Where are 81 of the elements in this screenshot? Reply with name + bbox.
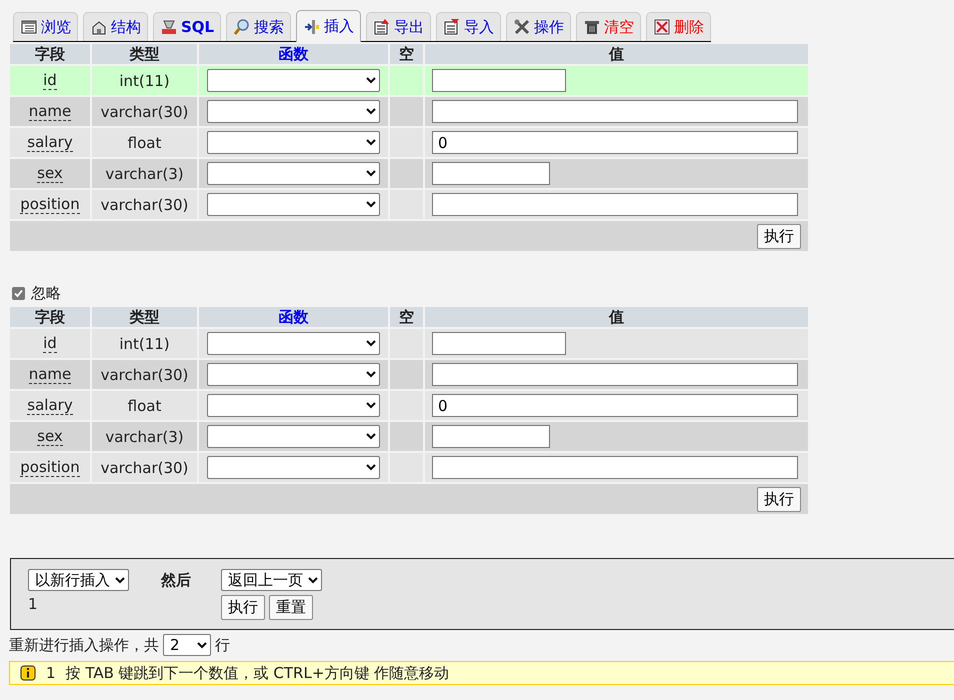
value-field[interactable] [432,69,566,92]
table-cell: float [92,391,197,420]
table-cell: varchar(3) [92,422,197,451]
table-cell: int(11) [92,329,197,358]
info-icon [20,665,36,681]
table-cell: int(11) [92,66,197,95]
table-cell: varchar(30) [92,97,197,126]
table-icon [20,18,38,36]
function-select[interactable] [207,456,380,479]
function-select[interactable] [207,193,380,216]
column-header[interactable]: 函数 [199,44,388,64]
row-count-select[interactable]: 2 [163,634,211,656]
field-name: sex [37,165,63,183]
trash-icon [583,18,602,36]
field-name: id [43,72,57,90]
table-cell: varchar(30) [92,360,197,389]
function-select[interactable] [207,363,380,386]
row-count: 1 [28,595,39,613]
import-icon [443,18,462,36]
value-field[interactable] [432,193,798,216]
column-header: 值 [425,307,808,327]
value-field[interactable] [432,425,550,448]
then-label: 然后 [161,570,191,591]
tab[interactable]: 导入 [436,12,502,41]
value-field[interactable] [432,456,798,479]
field-name: name [28,366,72,384]
table-cell: float [92,128,197,157]
tab[interactable]: 操作 [506,12,572,41]
table-cell: varchar(30) [92,190,197,219]
field-name: position [20,196,80,214]
delete-icon [653,18,672,36]
tab[interactable]: 结构 [83,12,148,41]
rerun-label: 重新进行插入操作，共 [9,636,159,654]
field-name: id [43,335,57,353]
submit-button[interactable]: 执行 [757,224,801,248]
field-name: sex [37,428,63,446]
field-name: position [20,459,80,477]
tab[interactable]: 浏览 [13,12,78,41]
tab[interactable]: 搜索 [226,12,292,41]
function-select[interactable] [207,100,380,123]
function-select[interactable] [207,69,380,92]
function-select[interactable] [207,131,380,154]
checkbox-label: 忽略 [31,284,61,302]
action-button[interactable]: 执行 [221,595,265,620]
value-field[interactable]: 0 [432,394,798,417]
value-field[interactable] [432,363,798,386]
table-cell: varchar(30) [92,453,197,482]
action-button[interactable]: 重置 [269,595,313,620]
checkbox[interactable] [12,286,25,300]
function-select[interactable] [207,332,380,355]
column-header: 字段 [10,307,90,327]
after-insert-select[interactable]: 返回上一页 [221,569,322,591]
column-header: 空 [390,307,423,327]
column-header: 值 [425,44,808,64]
function-select[interactable] [207,425,380,448]
insert-icon [303,18,322,36]
insert-mode-select[interactable]: 以新行插入 [28,569,129,591]
column-header: 类型 [92,44,197,64]
export-icon [373,18,392,36]
tab[interactable]: 插入 [296,10,362,42]
field-name: salary [27,397,73,415]
submit-button[interactable]: 执行 [757,486,801,512]
tab[interactable]: SQL [153,12,222,41]
rerun-unit: 行 [215,636,230,654]
value-field[interactable] [432,332,566,355]
column-header: 字段 [10,44,90,64]
table-cell: varchar(3) [92,159,197,188]
value-field[interactable] [432,100,798,123]
field-name: salary [27,134,73,152]
column-header: 空 [390,44,423,64]
function-select[interactable] [207,162,380,185]
notice-text: 按 TAB 键跳到下一个数值，或 CTRL+方向键 作随意移动 [66,664,450,682]
notice-number: 1 [46,664,56,682]
value-field[interactable] [432,162,550,185]
field-name: name [28,103,72,121]
column-header: 类型 [92,307,197,327]
search-icon [233,18,252,36]
tab[interactable]: 导出 [366,12,432,41]
function-select[interactable] [207,394,380,417]
column-header[interactable]: 函数 [199,307,388,327]
value-field[interactable]: 0 [432,131,798,154]
